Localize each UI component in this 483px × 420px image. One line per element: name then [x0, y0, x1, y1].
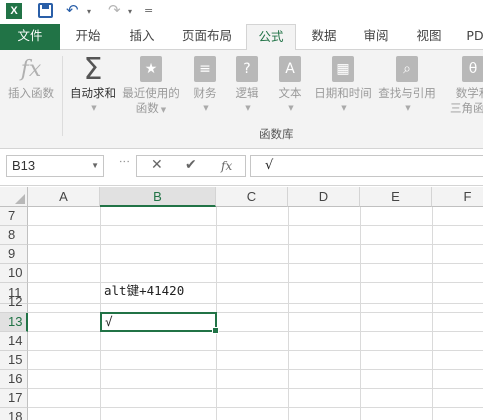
logical-button[interactable]: ? 逻辑 ▼	[230, 54, 264, 116]
row-header-7[interactable]: 7	[0, 207, 28, 226]
chevron-down-icon: ▼	[203, 104, 209, 112]
customize-toolbar-icon[interactable]: =	[144, 4, 153, 17]
row-header-10[interactable]: 10	[0, 264, 28, 283]
row-header-8[interactable]: 8	[0, 226, 28, 245]
tab-review[interactable]: 审阅	[352, 24, 400, 50]
row-header-17[interactable]: 17	[0, 389, 28, 408]
column-header-c[interactable]: C	[216, 187, 288, 207]
cancel-icon[interactable]: ✕	[151, 157, 163, 173]
chevron-down-icon: ▼	[341, 104, 347, 112]
chevron-down-icon: ▼	[288, 104, 294, 112]
ribbon-tabs: 文件 开始 插入 页面布局 公式 数据 审阅 视图 PD	[0, 24, 483, 51]
star-book-icon: ★	[139, 54, 163, 84]
formula-input[interactable]: √	[250, 155, 483, 177]
row-header-15[interactable]: 15	[0, 351, 28, 370]
gridline	[28, 244, 483, 245]
date-time-button[interactable]: ▦ 日期和时间 ▼	[312, 54, 374, 116]
chevron-down-icon: ▼	[91, 104, 97, 112]
cell-b11[interactable]: alt键+41420	[104, 280, 184, 299]
ribbon-formulas: fx 插入函数 Σ 自动求和 ▼ ★ 最近使用的 函数 ▼ ≡ 财务 ▼ ? 逻辑…	[0, 50, 483, 149]
chevron-down-icon: ▼	[160, 106, 167, 114]
gridline	[28, 312, 483, 313]
redo-dropdown-icon[interactable]: ▾	[128, 7, 132, 16]
tab-insert[interactable]: 插入	[118, 24, 166, 50]
undo-icon[interactable]: ↶	[66, 1, 79, 19]
recent-functions-button[interactable]: ★ 最近使用的 函数 ▼	[120, 54, 182, 118]
calendar-book-icon: ▦	[331, 54, 355, 84]
formula-buttons: ✕ ✔ fx	[136, 155, 246, 177]
financial-button[interactable]: ≡ 财务 ▼	[188, 54, 222, 116]
tab-page-layout[interactable]: 页面布局	[172, 24, 242, 50]
row-header-12-label: 12	[8, 294, 23, 309]
redo-icon[interactable]: ↷	[108, 1, 121, 19]
tab-home[interactable]: 开始	[64, 24, 112, 50]
column-header-f[interactable]: F	[432, 187, 483, 207]
excel-logo-icon: X	[6, 3, 22, 19]
row-header-18[interactable]: 18	[0, 408, 28, 420]
gridline	[28, 331, 483, 332]
row-header-9[interactable]: 9	[0, 245, 28, 264]
row-header-13[interactable]: 13	[0, 313, 28, 332]
insert-function-button[interactable]: fx 插入函数	[4, 54, 58, 101]
enter-check-icon[interactable]: ✔	[185, 157, 197, 173]
lookup-reference-button[interactable]: ⌕ 查找与引用 ▼	[376, 54, 438, 116]
gridline	[28, 225, 483, 226]
gridline	[28, 263, 483, 264]
grip-icon[interactable]: ⋮	[118, 156, 131, 166]
coins-book-icon: ≡	[193, 54, 217, 84]
gridline	[28, 369, 483, 370]
gridline	[28, 350, 483, 351]
undo-dropdown-icon[interactable]: ▾	[87, 7, 91, 16]
select-all-corner[interactable]	[0, 187, 28, 207]
row-header-14[interactable]: 14	[0, 332, 28, 351]
cell-b13-value: √	[105, 314, 113, 329]
chevron-down-icon: ▼	[405, 104, 411, 112]
gridline	[28, 388, 483, 389]
column-header-a[interactable]: A	[28, 187, 100, 207]
question-book-icon: ?	[235, 54, 259, 84]
sigma-icon: Σ	[83, 51, 103, 87]
autosum-button[interactable]: Σ 自动求和 ▼	[66, 51, 120, 116]
tab-file[interactable]: 文件	[0, 24, 60, 50]
tab-view[interactable]: 视图	[405, 24, 453, 50]
worksheet-grid: A B C D E F 7 8 9 10 11 12 13 14 15 16 1…	[0, 187, 483, 420]
magnifier-book-icon: ⌕	[395, 54, 419, 84]
chevron-down-icon[interactable]: ▼	[91, 156, 99, 176]
column-header-e[interactable]: E	[360, 187, 432, 207]
column-header-b[interactable]: B	[100, 187, 216, 207]
quick-access-toolbar: X ↶ ▾ ↷ ▾ =	[0, 0, 483, 24]
tab-pdf[interactable]: PD	[460, 24, 483, 50]
name-box[interactable]: B13 ▼	[6, 155, 104, 177]
gridline	[28, 407, 483, 408]
text-button[interactable]: A 文本 ▼	[273, 54, 307, 116]
save-icon[interactable]	[38, 3, 53, 18]
math-trig-button[interactable]: θ 数学和 三角函数	[442, 54, 483, 116]
row-header-16[interactable]: 16	[0, 370, 28, 389]
fx-icon: fx	[20, 56, 42, 82]
theta-book-icon: θ	[461, 54, 483, 84]
insert-function-icon[interactable]: fx	[221, 159, 232, 173]
active-cell-b13[interactable]: √	[100, 312, 219, 334]
tab-data[interactable]: 数据	[300, 24, 348, 50]
ribbon-separator	[62, 56, 63, 136]
tab-formulas[interactable]: 公式	[246, 24, 296, 51]
gridline	[28, 303, 483, 304]
formula-bar: B13 ▼ ⋮ ✕ ✔ fx √	[0, 150, 483, 186]
chevron-down-icon: ▼	[245, 104, 251, 112]
column-header-d[interactable]: D	[288, 187, 360, 207]
text-book-icon: A	[278, 54, 302, 84]
gridline	[28, 282, 483, 283]
